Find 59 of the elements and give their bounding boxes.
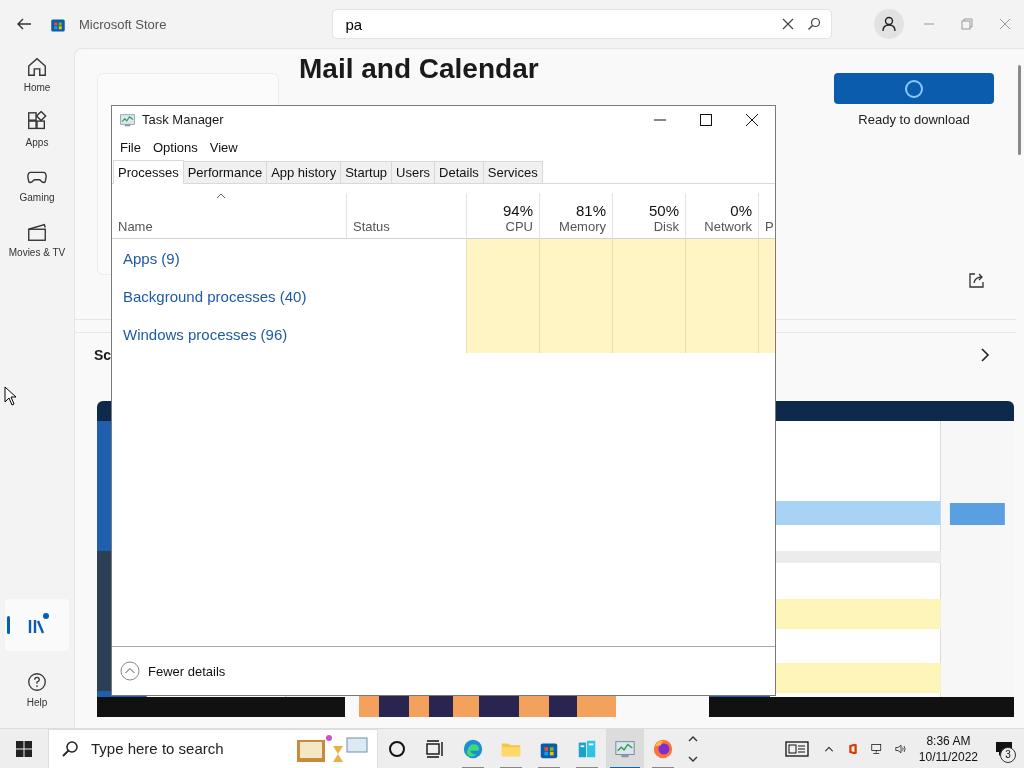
- news-icon[interactable]: [784, 740, 809, 757]
- tab[interactable]: Users: [391, 161, 436, 183]
- window-title: Task Manager: [142, 112, 224, 127]
- chevron-up-icon: [120, 661, 140, 681]
- scrollbar[interactable]: [1018, 65, 1021, 155]
- nav-item[interactable]: Gaming: [5, 158, 69, 209]
- chevron-right-icon[interactable]: [978, 348, 992, 362]
- tab[interactable]: Performance: [182, 161, 268, 183]
- nav-item[interactable]: Apps: [5, 103, 69, 154]
- task-view-icon[interactable]: [424, 737, 446, 760]
- nav-item[interactable]: Movies & TV: [5, 213, 69, 264]
- close-icon[interactable]: [781, 17, 796, 31]
- clapperboard-icon: [26, 221, 48, 243]
- app-title: Mail and Calendar: [299, 53, 539, 85]
- sort-caret-icon: [216, 193, 226, 199]
- tab[interactable]: Details: [434, 161, 484, 183]
- task-manager-icon: [119, 112, 136, 127]
- tab[interactable]: Services: [482, 161, 543, 183]
- search-icon: [61, 739, 79, 758]
- fewer-details-button[interactable]: Fewer details: [120, 661, 226, 681]
- library-icon: [28, 618, 45, 635]
- maximize-icon[interactable]: [700, 113, 712, 126]
- menu-item[interactable]: File: [116, 137, 145, 157]
- usage-cell: [758, 239, 775, 277]
- share-icon[interactable]: [968, 271, 986, 289]
- group-header[interactable]: Apps (9): [112, 239, 466, 277]
- clock[interactable]: 8:36 AM 10/11/2022: [912, 732, 984, 765]
- tab[interactable]: Processes: [113, 160, 184, 184]
- tab[interactable]: Startup: [340, 161, 393, 183]
- account-button[interactable]: [874, 9, 905, 39]
- firefox-icon: [652, 737, 674, 760]
- tab[interactable]: App history: [266, 161, 342, 183]
- nav-item[interactable]: Home: [5, 48, 69, 99]
- help-icon: [26, 671, 48, 693]
- menu-item[interactable]: View: [205, 137, 242, 157]
- group-header[interactable]: Windows processes (96): [112, 315, 466, 353]
- mouse-cursor-icon: [4, 386, 18, 406]
- taskbar-search-field[interactable]: Type here to search: [89, 739, 283, 758]
- search-field[interactable]: pa: [343, 14, 770, 34]
- search-icon[interactable]: [807, 17, 822, 31]
- close-icon[interactable]: [746, 113, 758, 126]
- column-header[interactable]: Name: [112, 193, 346, 239]
- usage-cell: [758, 315, 775, 353]
- window-title: Microsoft Store: [79, 16, 167, 32]
- home-icon: [26, 56, 48, 78]
- windows-logo-icon[interactable]: [16, 740, 32, 757]
- taskbar-search-bar[interactable]: Type here to search: [48, 728, 378, 768]
- section-title: Sc: [94, 347, 112, 363]
- install-status: Ready to download: [858, 112, 970, 127]
- group-header[interactable]: Background processes (40): [112, 277, 466, 315]
- column-header[interactable]: Status: [346, 193, 466, 239]
- person-icon: [882, 16, 897, 32]
- taskbar-app-button[interactable]: [606, 728, 644, 768]
- library-button[interactable]: [5, 599, 69, 651]
- search-bar[interactable]: pa: [332, 9, 833, 39]
- spinner-icon: [904, 78, 924, 99]
- menu-item[interactable]: Options: [148, 137, 202, 157]
- help-button[interactable]: Help: [5, 663, 69, 714]
- edge-icon: [462, 737, 484, 760]
